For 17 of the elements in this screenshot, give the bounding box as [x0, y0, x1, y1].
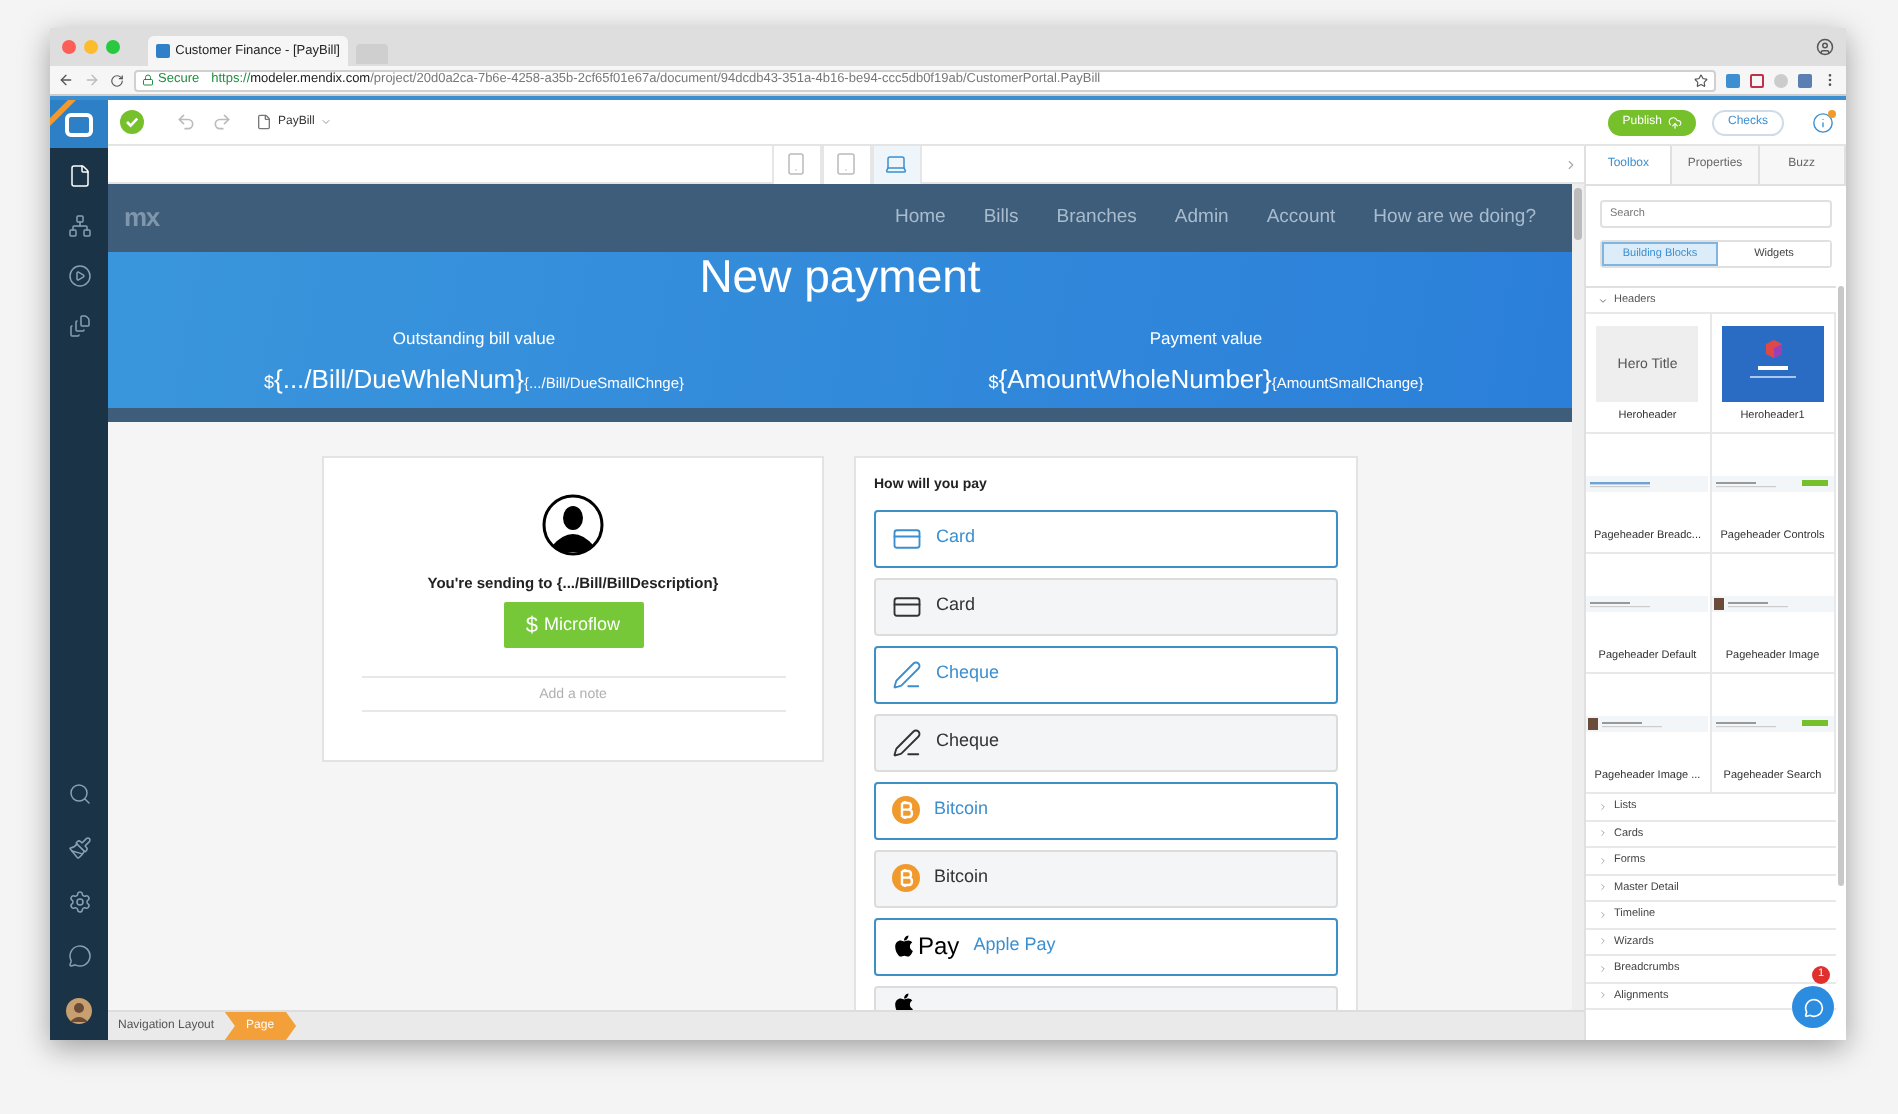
payment-option-button[interactable]: Card — [874, 509, 1338, 567]
payment-option-button[interactable]: Cheque — [874, 713, 1338, 771]
page-logo: mx — [124, 200, 159, 237]
nav-link[interactable]: Admin — [1174, 203, 1229, 233]
payment-option-button[interactable]: Bitcoin — [874, 781, 1338, 839]
nav-link[interactable]: Account — [1266, 203, 1336, 233]
payment-option-button[interactable]: Card — [874, 577, 1338, 635]
payment-option-button[interactable]: Pay Apple Pay — [874, 917, 1338, 975]
value-label: Outstanding bill value — [392, 326, 556, 352]
payment-option-button[interactable]: Cheque — [874, 645, 1338, 703]
nav-link[interactable]: Branches — [1056, 203, 1137, 233]
nav-link[interactable]: Home — [895, 203, 946, 233]
value-label: Payment value — [1149, 326, 1263, 352]
nav-link[interactable]: How are we doing? — [1373, 203, 1536, 233]
nav-link[interactable]: Bills — [983, 203, 1019, 233]
payment-option-button[interactable]: Bitcoin — [874, 849, 1338, 907]
page-title: New payment — [699, 254, 981, 300]
